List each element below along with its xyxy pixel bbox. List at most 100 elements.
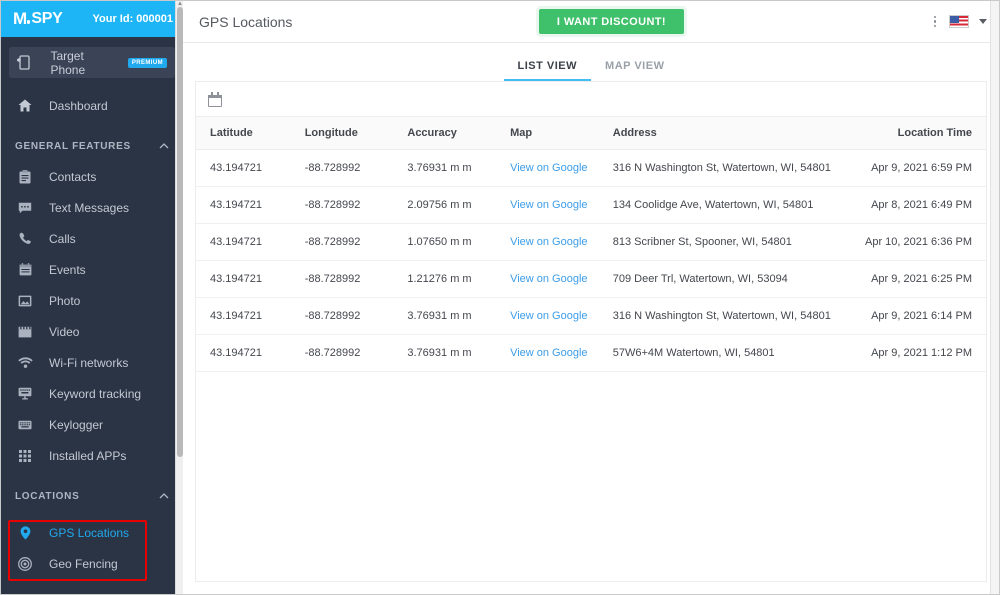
- filter-row: [196, 82, 986, 116]
- cell-latitude: 43.194721: [196, 186, 299, 224]
- sidebar-item-label: Keylogger: [49, 417, 104, 432]
- sidebar-item-geo-fencing[interactable]: Geo Fencing: [1, 548, 183, 579]
- column-header-latitude[interactable]: Latitude: [196, 117, 299, 150]
- cell-map: View on Google: [504, 297, 607, 335]
- cell-accuracy: 2.09756 m m: [401, 186, 505, 224]
- cell-address: 709 Deer Trl, Watertown, WI, 53094: [606, 260, 844, 298]
- sidebar: M SPY Your Id: 000001 Target Phone PREMIU…: [1, 1, 183, 594]
- content-area: Latitude Longitude Accuracy Map Address …: [183, 81, 999, 594]
- video-icon: [15, 324, 35, 340]
- sidebar-item-keylogger[interactable]: Keylogger: [1, 409, 183, 440]
- cell-longitude: -88.728992: [298, 186, 402, 224]
- sidebar-item-text-messages[interactable]: Text Messages: [1, 192, 183, 223]
- table-row[interactable]: 43.194721 -88.728992 3.76931 m m View on…: [196, 149, 986, 187]
- flag-canton: [950, 16, 960, 23]
- sidebar-item-label: Wi-Fi networks: [49, 355, 129, 370]
- cell-longitude: -88.728992: [298, 223, 402, 261]
- message-icon: [15, 200, 35, 216]
- column-header-map[interactable]: Map: [504, 117, 607, 150]
- sidebar-item-label: GPS Locations: [49, 525, 130, 540]
- sidebar-item-calls[interactable]: Calls: [1, 223, 183, 254]
- keyword-icon: [15, 386, 35, 402]
- view-on-google-link[interactable]: View on Google: [510, 236, 587, 248]
- cell-address: 134 Coolidge Ave, Watertown, WI, 54801: [606, 186, 844, 224]
- sidebar-scrollbar[interactable]: ▲: [175, 1, 183, 594]
- column-header-accuracy[interactable]: Accuracy: [401, 117, 504, 150]
- logo-m: M: [13, 9, 27, 28]
- sidebar-item-dashboard[interactable]: Dashboard: [1, 90, 183, 121]
- phone-icon: [15, 231, 35, 247]
- cell-accuracy: 3.76931 m m: [401, 297, 505, 335]
- sidebar-item-video[interactable]: Video: [1, 316, 183, 347]
- cell-map: View on Google: [504, 334, 607, 372]
- cell-location-time: Apr 8, 2021 6:49 PM: [843, 186, 986, 224]
- tab-list-view[interactable]: LIST VIEW: [503, 60, 592, 81]
- column-header-longitude[interactable]: Longitude: [299, 117, 402, 150]
- cell-address: 316 N Washington St, Watertown, WI, 5480…: [606, 297, 844, 335]
- tab-map-view[interactable]: MAP VIEW: [591, 60, 678, 81]
- sidebar-item-keyword-tracking[interactable]: Keyword tracking: [1, 378, 183, 409]
- sidebar-item-gps-locations[interactable]: GPS Locations: [1, 517, 183, 548]
- view-tabs: LIST VIEW MAP VIEW: [183, 43, 999, 81]
- section-title: GENERAL FEATURES: [15, 140, 131, 152]
- cell-map: View on Google: [504, 260, 607, 298]
- table-header-row: Latitude Longitude Accuracy Map Address …: [196, 116, 986, 150]
- sidebar-item-contacts[interactable]: Contacts: [1, 161, 183, 192]
- sidebar-section-locations[interactable]: LOCATIONS: [1, 481, 183, 511]
- date-filter-icon[interactable]: [208, 91, 222, 107]
- table-empty-space: [196, 372, 986, 581]
- cell-location-time: Apr 9, 2021 1:12 PM: [843, 334, 986, 372]
- sidebar-item-label: Installed APPs: [49, 448, 127, 463]
- sidebar-item-installed-apps[interactable]: Installed APPs: [1, 440, 183, 471]
- mspy-logo[interactable]: M SPY: [13, 9, 63, 29]
- cell-latitude: 43.194721: [196, 260, 299, 298]
- cell-longitude: -88.728992: [298, 297, 402, 335]
- locations-card: Latitude Longitude Accuracy Map Address …: [195, 81, 987, 582]
- cell-latitude: 43.194721: [196, 149, 299, 187]
- cell-map: View on Google: [504, 223, 607, 261]
- sidebar-item-label: Calls: [49, 231, 76, 246]
- target-phone-selector[interactable]: Target Phone PREMIUM: [9, 47, 175, 78]
- table-row[interactable]: 43.194721 -88.728992 1.07650 m m View on…: [196, 223, 986, 261]
- column-header-location-time[interactable]: Location Time: [844, 117, 986, 150]
- section-title: LOCATIONS: [15, 490, 80, 502]
- table-row[interactable]: 43.194721 -88.728992 3.76931 m m View on…: [196, 297, 986, 335]
- view-on-google-link[interactable]: View on Google: [510, 310, 587, 322]
- sidebar-item-wifi-networks[interactable]: Wi-Fi networks: [1, 347, 183, 378]
- sidebar-item-photo[interactable]: Photo: [1, 285, 183, 316]
- app-window: M SPY Your Id: 000001 Target Phone PREMIU…: [0, 0, 1000, 595]
- more-options-icon[interactable]: [931, 14, 940, 30]
- map-pin-icon: [15, 525, 35, 541]
- table-header: Latitude Longitude Accuracy Map Address …: [196, 116, 986, 150]
- wifi-icon: [15, 355, 35, 371]
- logo-spy: SPY: [31, 10, 63, 27]
- sidebar-section-general[interactable]: GENERAL FEATURES: [1, 131, 183, 161]
- chevron-up-icon: [159, 141, 169, 152]
- phone-device-icon: [17, 55, 36, 70]
- view-on-google-link[interactable]: View on Google: [510, 162, 587, 174]
- table-row[interactable]: 43.194721 -88.728992 1.21276 m m View on…: [196, 260, 986, 298]
- cell-accuracy: 1.07650 m m: [401, 223, 505, 261]
- table-row[interactable]: 43.194721 -88.728992 3.76931 m m View on…: [196, 334, 986, 372]
- cell-longitude: -88.728992: [298, 260, 402, 298]
- premium-badge: PREMIUM: [127, 57, 167, 68]
- table-row[interactable]: 43.194721 -88.728992 2.09756 m m View on…: [196, 186, 986, 224]
- cell-map: View on Google: [504, 149, 607, 187]
- sidebar-item-events[interactable]: Events: [1, 254, 183, 285]
- clipboard-icon: [15, 169, 35, 185]
- cell-accuracy: 3.76931 m m: [401, 149, 505, 187]
- column-header-address[interactable]: Address: [607, 117, 844, 150]
- cell-map: View on Google: [504, 186, 607, 224]
- view-on-google-link[interactable]: View on Google: [510, 273, 587, 285]
- view-on-google-link[interactable]: View on Google: [510, 199, 587, 211]
- main-content: GPS Locations I WANT DISCOUNT! LIST VIEW…: [183, 1, 999, 594]
- us-flag-icon[interactable]: [949, 15, 970, 28]
- discount-button[interactable]: I WANT DISCOUNT!: [538, 9, 684, 34]
- cell-location-time: Apr 9, 2021 6:14 PM: [843, 297, 986, 335]
- chevron-down-icon[interactable]: [979, 19, 988, 24]
- logo-dot-icon: [26, 20, 31, 24]
- view-on-google-link[interactable]: View on Google: [510, 347, 587, 359]
- sidebar-item-label: Contacts: [49, 169, 97, 184]
- page-scrollbar[interactable]: [990, 1, 999, 594]
- sidebar-scrollbar-thumb[interactable]: [177, 7, 183, 457]
